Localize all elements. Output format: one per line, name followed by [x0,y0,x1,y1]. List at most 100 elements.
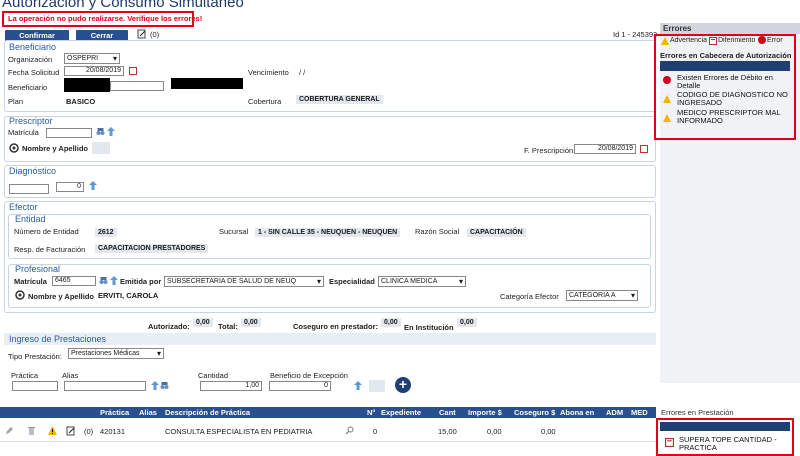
col-cant: Cant [439,408,456,417]
prescriptor-nombre-label: Nombre y Apellido [22,144,88,153]
autorizado-value: 0,00 [193,318,213,327]
row-nro: 0 [373,427,378,436]
beneficiario-input[interactable] [110,81,164,91]
prescriptor-title: Prescriptor [9,116,53,126]
warning-icon [663,95,671,103]
row-importe: 0,00 [487,427,502,436]
warning-icon [663,114,671,122]
arrow-up-icon[interactable] [107,127,115,136]
row-practica: 420131 [100,427,126,436]
tipo-prestacion-select[interactable]: Prestaciones Médicas [68,348,164,359]
col-nro: N° [367,408,376,417]
cantidad-input[interactable]: 1,00 [200,381,262,391]
cabecera-errors-title: Errores en Cabecera de Autorización [660,51,792,60]
error-item: Existen Errores de Débito en Detalle [677,73,773,90]
row-notes-count: (0) [84,427,94,436]
table-row[interactable] [0,418,656,442]
coseguro-label: Coseguro en prestador: [293,322,379,331]
col-coseguro: Coseguro $ [514,408,556,417]
institucion-value: 0,00 [457,318,477,327]
warning-icon [48,426,57,435]
binoculars-icon[interactable] [160,381,169,390]
plan-label: Plan [8,97,24,106]
error-item: MEDICO PRESCRIPTOR MAL INFORMADO [677,108,781,125]
emitida-por-select[interactable]: SUBSECRETARIA DE SALUD DE NEUQ [164,276,324,287]
diagnostico-code-input[interactable]: 0 [56,182,84,192]
beneficio-label: Beneficio de Excepción [270,371,348,380]
col-expediente: Expediente [381,408,422,417]
practica-input[interactable] [12,381,58,391]
prestacion-error-item: SUPERA TOPE CANTIDAD - PRACTICA [679,435,777,452]
deferral-icon [665,438,674,447]
fecha-solicitud-label: Fecha Solicitud [8,68,60,77]
add-button[interactable]: + [395,377,411,393]
trash-icon[interactable] [27,426,36,435]
legend-warning: Advertencia [670,37,707,44]
razon-social-label: Razón Social [415,227,460,236]
emitida-por-label: Emitida por [120,277,162,286]
col-importe: Importe $ [468,408,502,417]
prescriptor-matricula-label: Matrícula [8,128,39,137]
person-search-icon[interactable] [9,143,19,153]
redacted-id [64,78,110,92]
numero-entidad-value: 2612 [95,228,117,237]
beneficio-input[interactable]: 0 [269,381,331,391]
error-icon [663,76,671,84]
fecha-solicitud-input[interactable]: 20/08/2019 [64,66,124,76]
categoria-efector-select[interactable]: CATEGORIA A [566,290,638,301]
total-label: Total: [218,322,238,331]
cantidad-label: Cantidad [198,371,229,380]
arrow-up-icon[interactable] [89,181,97,190]
prestacion-errors-title: Errores en Prestación [661,408,734,417]
profesional-box [8,264,651,308]
categoria-efector-label: Categoría Efector [500,292,559,301]
razon-social-value: CAPACITACIÓN [467,228,526,237]
redacted-name [171,78,243,89]
arrow-up-icon[interactable] [151,381,159,390]
profesional-nombre-label: Nombre y Apellido [28,292,94,301]
diagnostico-desc-input[interactable] [9,184,49,194]
arrow-up-icon[interactable] [110,276,118,285]
edit-note-icon[interactable] [66,426,76,436]
edit-note-icon[interactable] [137,29,147,39]
fecha-prescripcion-label: F. Prescripción: [524,146,576,155]
prescriptor-section [4,116,656,162]
numero-entidad-label: Número de Entidad [14,227,79,236]
prescriptor-matricula-input[interactable] [46,128,92,138]
prestacion-errors-bar [660,422,790,431]
row-descripcion: CONSULTA ESPECIALISTA EN PEDIATRIA [165,427,313,436]
prescriptor-nombre-value [92,142,110,154]
sucursal-label: Sucursal [219,227,249,236]
resp-facturacion-value: CAPACITACION PRESTADORES [95,244,209,253]
error-item: CODIGO DE DIAGNOSTICO NO INGRESADO [677,90,788,107]
diagnostico-section [4,165,656,198]
plan-value: BASICO [66,97,96,106]
page-title: Autorización y Consumo Simultáneo [2,0,244,11]
arrow-up-icon[interactable] [354,381,362,390]
profesional-matricula-label: Matrícula [14,277,47,286]
practica-label: Práctica [11,371,39,380]
fecha-prescripcion-input[interactable]: 20/08/2019 [574,144,636,154]
col-adm: ADM [606,408,624,417]
binoculars-icon[interactable] [99,276,108,285]
calendar-icon[interactable] [640,145,648,153]
profesional-matricula-input[interactable]: 6465 [52,276,96,286]
tipo-prestacion-label: Tipo Prestación: [8,352,62,361]
person-search-icon[interactable] [15,290,25,300]
alias-label: Alias [62,371,79,380]
autorizado-label: Autorizado: [148,322,190,331]
alias-input[interactable] [64,381,146,391]
pencil-icon[interactable] [5,426,14,435]
entidad-title: Entidad [15,214,46,224]
especialidad-select[interactable]: CLINICA MEDICA [378,276,466,287]
legend-deferral: Diferimiento [718,37,756,44]
organizacion-select[interactable]: OSPEPRI [64,53,120,64]
legend-error: Error [767,37,783,44]
search-icon[interactable] [345,426,354,435]
deferral-icon [709,37,717,45]
binoculars-icon[interactable] [96,127,105,136]
col-practica: Práctica [100,408,130,417]
calendar-icon[interactable] [129,67,137,75]
errors-title: Errores [660,23,800,34]
warning-icon [661,37,669,45]
